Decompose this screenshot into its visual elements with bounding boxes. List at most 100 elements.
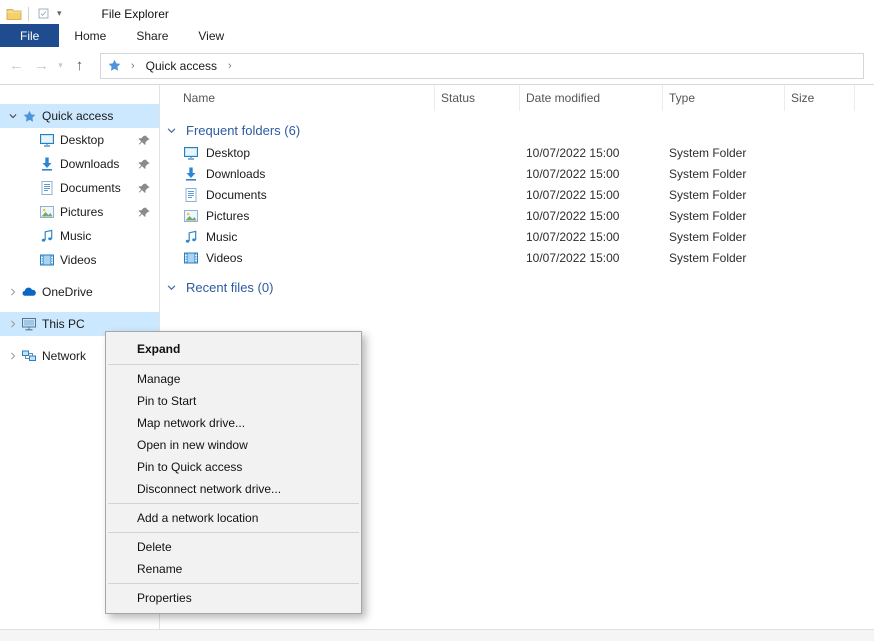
address-bar[interactable]: › Quick access › <box>100 53 864 79</box>
sidebar-item-documents[interactable]: Documents <box>0 176 159 200</box>
sidebar-item-label: OneDrive <box>42 285 93 299</box>
file-name: Downloads <box>206 167 265 181</box>
tab-home[interactable]: Home <box>59 24 121 47</box>
menu-item-add-a-network-location[interactable]: Add a network location <box>106 507 361 529</box>
column-header-type[interactable]: Type <box>663 85 785 111</box>
indent-spacer <box>23 228 39 244</box>
desktop-icon <box>183 145 199 161</box>
sidebar-item-quick-access[interactable]: Quick access <box>0 104 159 128</box>
column-header-name[interactable]: Name <box>183 85 435 111</box>
column-header-size[interactable]: Size <box>785 85 855 111</box>
type-cell: System Folder <box>663 251 785 265</box>
file-name: Pictures <box>206 209 249 223</box>
menu-item-delete[interactable]: Delete <box>106 536 361 558</box>
videos-icon <box>183 250 199 266</box>
sidebar-item-label: Pictures <box>60 205 103 219</box>
indent-spacer <box>23 180 39 196</box>
tab-file[interactable]: File <box>0 24 59 47</box>
customize-toolbar-dropdown-icon[interactable]: ▾ <box>57 9 62 18</box>
tab-view[interactable]: View <box>183 24 239 47</box>
title-bar: ▾ File Explorer <box>0 0 874 24</box>
documents-icon <box>39 180 55 196</box>
recent-locations-dropdown-icon[interactable]: ▾ <box>54 61 67 70</box>
date-modified-cell: 10/07/2022 15:00 <box>520 167 663 181</box>
sidebar-item-label: Network <box>42 349 86 363</box>
breadcrumb-location[interactable]: Quick access <box>144 59 219 73</box>
status-bar <box>0 629 874 641</box>
chevron-down-icon <box>166 123 180 137</box>
music-icon <box>183 229 199 245</box>
menu-item-map-network-drive[interactable]: Map network drive... <box>106 412 361 434</box>
tab-share[interactable]: Share <box>121 24 183 47</box>
menu-item-properties[interactable]: Properties <box>106 587 361 609</box>
sidebar-item-desktop[interactable]: Desktop <box>0 128 159 152</box>
pin-icon <box>138 158 151 171</box>
file-name: Documents <box>206 188 267 202</box>
menu-separator <box>108 532 359 533</box>
network-icon <box>21 348 37 364</box>
window-folder-icon[interactable] <box>6 6 22 22</box>
file-row-desktop[interactable]: Desktop10/07/2022 15:00System Folder <box>160 142 874 163</box>
date-modified-cell: 10/07/2022 15:00 <box>520 146 663 160</box>
sidebar-item-label: This PC <box>42 317 85 331</box>
indent-spacer <box>23 204 39 220</box>
menu-item-pin-to-quick-access[interactable]: Pin to Quick access <box>106 456 361 478</box>
back-button[interactable]: ← <box>4 58 29 73</box>
pin-icon <box>138 206 151 219</box>
forward-button[interactable]: → <box>29 58 54 73</box>
chevron-right-icon[interactable] <box>5 316 21 332</box>
menu-item-manage[interactable]: Manage <box>106 368 361 390</box>
sidebar-item-pictures[interactable]: Pictures <box>0 200 159 224</box>
group-header-frequent-folders[interactable]: Frequent folders (6) <box>160 118 874 142</box>
chevron-right-icon[interactable] <box>5 284 21 300</box>
group-label: Frequent folders (6) <box>186 123 300 138</box>
sidebar-item-downloads[interactable]: Downloads <box>0 152 159 176</box>
sidebar-item-label: Documents <box>60 181 121 195</box>
up-button[interactable]: ↑ <box>67 58 92 73</box>
file-row-documents[interactable]: Documents10/07/2022 15:00System Folder <box>160 184 874 205</box>
sidebar-item-music[interactable]: Music <box>0 224 159 248</box>
chevron-down-icon[interactable] <box>5 108 21 124</box>
indent-spacer <box>23 252 39 268</box>
menu-item-disconnect-network-drive[interactable]: Disconnect network drive... <box>106 478 361 500</box>
chevron-down-icon <box>166 280 180 294</box>
videos-icon <box>39 252 55 268</box>
file-row-videos[interactable]: Videos10/07/2022 15:00System Folder <box>160 247 874 268</box>
menu-item-rename[interactable]: Rename <box>106 558 361 580</box>
pictures-icon <box>39 204 55 220</box>
column-headers: NameStatusDate modifiedTypeSize <box>160 85 874 111</box>
sidebar-item-label: Quick access <box>42 109 113 123</box>
thispc-icon <box>21 316 37 332</box>
sidebar-item-videos[interactable]: Videos <box>0 248 159 272</box>
menu-item-pin-to-start[interactable]: Pin to Start <box>106 390 361 412</box>
documents-icon <box>183 187 199 203</box>
date-modified-cell: 10/07/2022 15:00 <box>520 230 663 244</box>
file-row-pictures[interactable]: Pictures10/07/2022 15:00System Folder <box>160 205 874 226</box>
address-row: ← → ▾ ↑ › Quick access › <box>0 47 874 85</box>
file-row-music[interactable]: Music10/07/2022 15:00System Folder <box>160 226 874 247</box>
date-modified-cell: 10/07/2022 15:00 <box>520 188 663 202</box>
menu-item-open-in-new-window[interactable]: Open in new window <box>106 434 361 456</box>
column-header-status[interactable]: Status <box>435 85 520 111</box>
group-header-recent-files[interactable]: Recent files (0) <box>160 275 874 299</box>
sidebar-item-label: Desktop <box>60 133 104 147</box>
sidebar-item-onedrive[interactable]: OneDrive <box>0 280 159 304</box>
type-cell: System Folder <box>663 167 785 181</box>
file-row-downloads[interactable]: Downloads 10/07/2022 15:00System Folder <box>160 163 874 184</box>
breadcrumb-chevron-icon[interactable]: › <box>124 60 142 72</box>
ribbon-tabs: FileHomeShareView <box>0 24 874 47</box>
quick-access-toolbar-button-icon[interactable] <box>35 6 51 22</box>
type-cell: System Folder <box>663 209 785 223</box>
name-cell: Desktop <box>183 145 435 161</box>
menu-separator <box>108 364 359 365</box>
menu-item-expand[interactable]: Expand <box>106 336 361 361</box>
name-cell: Pictures <box>183 208 435 224</box>
menu-separator <box>108 503 359 504</box>
indent-spacer <box>23 156 39 172</box>
file-list: Frequent folders (6) Desktop 10/07/2022 15… <box>160 118 874 299</box>
breadcrumb-chevron-icon[interactable]: › <box>221 60 239 72</box>
file-name: Desktop <box>206 146 250 160</box>
chevron-right-icon[interactable] <box>5 348 21 364</box>
name-cell: Downloads <box>183 166 435 182</box>
column-header-date-modified[interactable]: Date modified <box>520 85 663 111</box>
